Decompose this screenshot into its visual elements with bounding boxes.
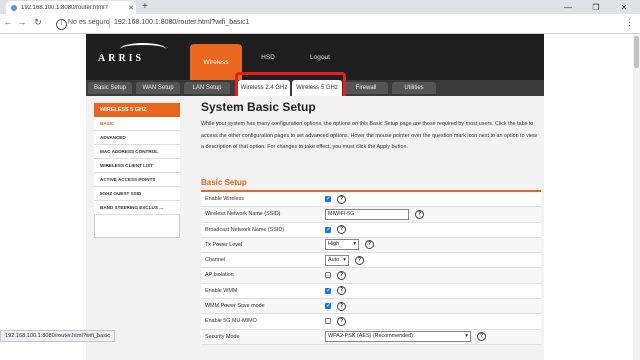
help-icon[interactable]: ? [337,316,346,326]
section-heading: Basic Setup [201,178,247,187]
table-row: Enable 5G MU-MIMO ? [201,314,541,330]
tx-power-select[interactable]: High ▾ [325,239,359,251]
sidebar-item-basic[interactable]: BASIC [94,117,180,131]
broadcast-label: Broadcast Network Name (SSID) [205,226,285,233]
enable-wmm-checkbox[interactable] [325,287,331,294]
reload-icon[interactable]: ↻ [32,17,44,28]
table-row: Enable WMM ? [201,283,541,300]
chevron-down-icon: ▾ [343,256,346,263]
table-row: Channel Auto ▾? [201,253,541,269]
tab-lan-setup[interactable]: LAN Setup [184,82,230,94]
url-input[interactable]: 192.168.100.1:8080/router.html?wifi_basi… [114,19,249,26]
security-mode-value: WPA2-PSK (AES) (Recommended) [328,333,413,340]
tab-utilities[interactable]: Utilities [392,82,436,94]
browser-tab[interactable]: 192.168.100.1:8080/router.html? ✕ [6,1,136,14]
page-title: System Basic Setup [201,100,316,114]
help-icon[interactable]: ? [337,301,346,311]
table-row: Broadcast Network Name (SSID) ? [201,222,541,238]
minimize-icon[interactable]: — [556,0,580,14]
table-row: Enable Wireless ? [201,192,541,208]
chevron-down-icon: ▾ [353,241,356,248]
tab-basic-setup[interactable]: Basic Setup [88,82,132,94]
broadcast-checkbox[interactable] [325,226,331,233]
warning-icon[interactable]: ! [56,19,67,30]
forward-icon[interactable]: → [16,17,28,27]
mu-mimo-checkbox[interactable] [325,318,331,325]
ssid-input[interactable]: MIWIFI-5G [325,208,409,220]
new-tab-icon[interactable]: + [142,1,148,12]
ap-isolation-checkbox[interactable] [325,272,331,279]
sidebar-item-advanced[interactable]: ADVANCED [94,131,180,145]
tab-wan-setup[interactable]: WAN Setup [136,82,180,94]
settings-table: Enable Wireless ? Wireless Network Name … [201,192,541,345]
restore-icon[interactable]: ❐ [584,0,608,14]
mu-mimo-label: Enable 5G MU-MIMO [205,318,257,325]
help-icon[interactable]: ? [337,194,346,204]
sidebar: WIRELESS 5 GHZ BASIC ADVANCED MAC ADDRES… [94,103,180,238]
sidebar-item-5ghz-guest-ssid[interactable]: 5GHZ GUEST SSID [94,187,180,201]
help-icon[interactable]: ? [337,270,346,280]
close-tab-icon[interactable]: ✕ [126,4,136,12]
help-icon[interactable]: ? [477,332,486,342]
ssid-label: Wireless Network Name (SSID) [205,211,281,218]
security-mode-select[interactable]: WPA2-PSK (AES) (Recommended) ▾ [325,331,471,343]
tx-power-value: High [328,241,340,248]
help-icon[interactable]: ? [415,209,424,219]
tab-firewall[interactable]: Firewall [344,82,388,94]
sidebar-item-mac-address-control[interactable]: MAC ADDRESS CONTROL [94,145,180,159]
channel-value: Auto [328,256,340,263]
main-panel: System Basic Setup While your system has… [196,98,544,360]
scrollbar-thumb[interactable] [634,36,639,68]
sidebar-item-active-access-points[interactable]: ACTIVE ACCESS POINTS [94,173,180,187]
globe-icon [11,4,17,11]
table-row: Wireless Network Name (SSID) MIWIFI-5G? [201,207,541,223]
help-icon[interactable]: ? [365,240,374,250]
divider [109,18,110,28]
wmm-power-checkbox[interactable] [325,302,331,310]
table-row: AP Isolation ? [201,268,541,284]
table-row: Security Mode WPA2-PSK (AES) (Recommende… [201,329,541,345]
enable-wireless-label: Enable Wireless [205,196,244,202]
help-icon[interactable]: ? [355,255,364,265]
help-icon[interactable]: ? [337,225,346,235]
wmm-power-label: WMM Power Save mode [205,303,265,310]
ap-isolation-label: AP Isolation [205,272,234,279]
security-label[interactable]: No es seguro [68,19,110,26]
page-description: While your system has many configuration… [201,121,537,150]
status-bar-url: 192.168.100.1:8080/router.html?wifi_basi… [0,330,116,342]
sidebar-heading: WIRELESS 5 GHZ [94,103,180,117]
security-mode-label: Security Mode [205,333,240,340]
table-row: WMM Power Save mode ? [201,299,541,315]
chevron-down-icon: ▾ [465,333,468,340]
sidebar-footer [94,215,180,238]
arris-logo: ARRIS [98,53,145,64]
address-bar: ← → ↻ ! No es seguro 192.168.100.1:8080/… [0,14,640,34]
sidebar-item-wireless-client-list[interactable]: WIRELESS CLIENT LIST [94,159,180,173]
browser-tabbar: 192.168.100.1:8080/router.html? ✕ + — ❐ … [0,0,640,14]
more-menu-icon[interactable]: ⋮ [625,17,634,28]
enable-wireless-checkbox[interactable] [325,195,331,202]
tab-title: 192.168.100.1:8080/router.html? [21,4,108,11]
channel-label: Channel [205,257,226,264]
back-icon[interactable]: ← [2,17,14,27]
page-scrollbar[interactable] [633,34,640,360]
tx-power-label: Tx Power Level [205,241,243,248]
enable-wmm-label: Enable WMM [205,287,238,294]
sidebar-item-band-steering[interactable]: BAND STEERING EXCLUS ... [94,201,180,215]
channel-select[interactable]: Auto ▾ [325,254,349,266]
table-row: Tx Power Level High ▾? [201,237,541,254]
close-window-icon[interactable]: ✕ [612,0,636,14]
help-icon[interactable]: ? [337,286,346,296]
